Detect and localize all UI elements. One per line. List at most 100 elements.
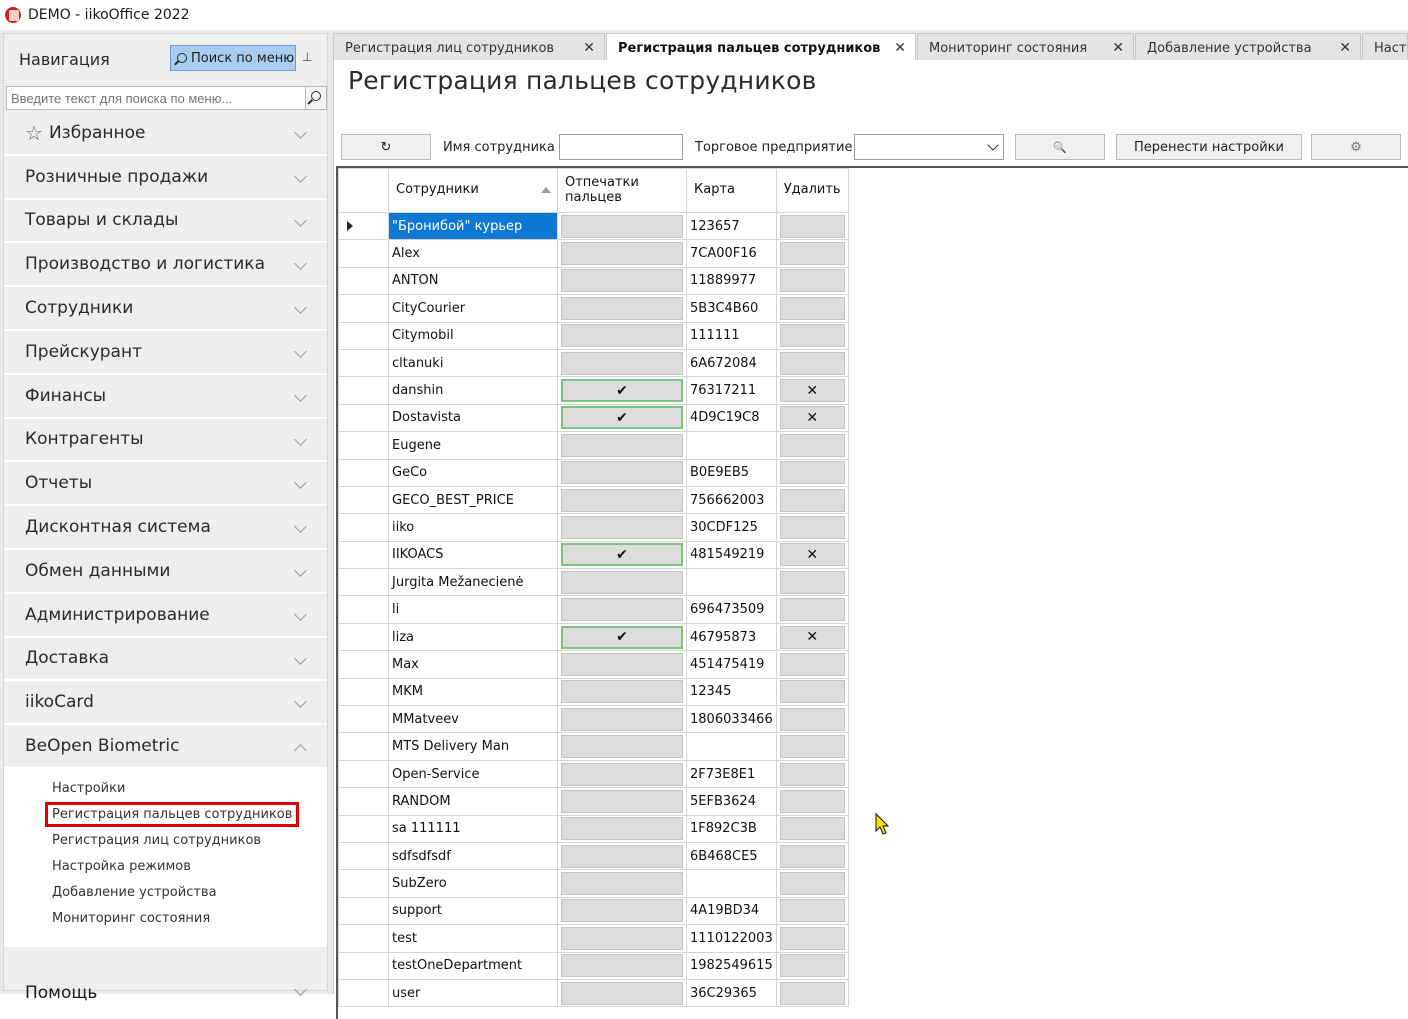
employee-name-cell[interactable]: GECO_BEST_PRICE	[388, 485, 558, 515]
employee-name-cell[interactable]: Eugene	[388, 431, 558, 460]
delete-cell[interactable]	[775, 568, 849, 597]
close-icon[interactable]: ✕	[1339, 40, 1351, 56]
fingerprints-cell[interactable]	[557, 568, 687, 597]
delete-cell[interactable]	[775, 951, 849, 980]
row-indicator[interactable]	[338, 978, 389, 1008]
delete-cell[interactable]	[775, 485, 849, 515]
row-indicator[interactable]	[338, 239, 389, 268]
nav-item-production-logistics[interactable]: Производство и логистика	[4, 243, 327, 288]
tab-settings[interactable]: Настр	[1362, 33, 1408, 61]
column-header-card[interactable]: Карта	[686, 168, 777, 213]
table-row[interactable]: Max 451475419	[338, 650, 849, 679]
tab-add-device[interactable]: Добавление устройства ✕	[1135, 33, 1361, 61]
employee-name-cell[interactable]: testOneDepartment	[388, 951, 558, 980]
table-row[interactable]: Citymobil 111111	[338, 321, 849, 350]
nav-item-administration[interactable]: Администрирование	[4, 594, 327, 638]
row-indicator[interactable]	[338, 787, 389, 816]
employee-name-cell[interactable]: Open-Service	[388, 759, 558, 789]
nav-item-iikocard[interactable]: iikoCard	[4, 681, 327, 726]
submenu-item-status-monitoring[interactable]: Мониторинг состояния	[52, 911, 210, 926]
employee-name-cell[interactable]: Max	[388, 650, 558, 679]
delete-button[interactable]: ✕	[779, 406, 845, 430]
delete-cell[interactable]	[775, 211, 849, 241]
employee-name-cell[interactable]: sdfsdfsdf	[388, 841, 558, 871]
employee-name-cell[interactable]: IIKOACS	[388, 540, 558, 570]
table-row[interactable]: RANDOM 5EFB3624	[338, 787, 849, 816]
pin-icon[interactable]: ⊥	[302, 50, 312, 64]
fingerprint-register-button[interactable]	[561, 598, 683, 622]
fingerprints-cell[interactable]	[557, 896, 687, 926]
table-row[interactable]: ANTON 11889977	[338, 266, 849, 296]
fingerprints-cell[interactable]	[557, 431, 687, 460]
fingerprint-register-button[interactable]	[561, 707, 683, 731]
row-indicator[interactable]	[338, 622, 389, 652]
settings-button[interactable]: ⚙	[1311, 134, 1401, 160]
delete-cell[interactable]	[775, 458, 849, 487]
table-row[interactable]: MTS Delivery Man	[338, 732, 849, 761]
row-indicator[interactable]	[338, 650, 389, 679]
table-row[interactable]: Jurgita Mežanecienė	[338, 568, 849, 597]
delete-cell[interactable]	[775, 759, 849, 789]
table-row[interactable]: MKM 12345	[338, 677, 849, 707]
fingerprint-register-button[interactable]	[561, 214, 683, 238]
table-row[interactable]: GeCo B0E9EB5	[338, 458, 849, 487]
fingerprints-cell[interactable]: ✔	[557, 376, 687, 405]
nav-item-reports[interactable]: Отчеты	[4, 462, 327, 507]
card-cell[interactable]	[686, 732, 777, 761]
delete-cell[interactable]	[775, 595, 849, 624]
card-cell[interactable]: 1806033466	[686, 705, 777, 734]
delete-cell[interactable]	[775, 431, 849, 460]
nav-item-beopen-biometric[interactable]: BeOpen Biometric	[4, 725, 327, 769]
fingerprints-cell[interactable]	[557, 348, 687, 378]
delete-button[interactable]	[779, 433, 845, 457]
row-indicator[interactable]	[338, 814, 389, 843]
delete-button[interactable]	[779, 707, 845, 731]
employee-name-cell[interactable]: SubZero	[388, 869, 558, 898]
row-indicator[interactable]	[338, 294, 389, 323]
employee-name-cell[interactable]: Dostavista	[388, 403, 558, 433]
delete-button[interactable]	[779, 762, 845, 786]
row-indicator[interactable]	[338, 924, 389, 953]
fingerprint-register-button[interactable]	[561, 488, 683, 512]
delete-cell[interactable]	[775, 705, 849, 734]
tab-finger-registration[interactable]: Регистрация пальцев сотрудников ✕	[606, 33, 916, 62]
row-indicator[interactable]	[338, 951, 389, 980]
employee-name-cell[interactable]: test	[388, 924, 558, 953]
fingerprint-register-button[interactable]	[561, 844, 683, 868]
card-cell[interactable]: 6A672084	[686, 348, 777, 378]
fingerprints-cell[interactable]	[557, 239, 687, 268]
fingerprint-register-button[interactable]	[561, 242, 683, 266]
employee-name-cell[interactable]: liza	[388, 622, 558, 652]
fingerprints-cell[interactable]: ✔	[557, 622, 687, 652]
fingerprint-register-button[interactable]	[561, 762, 683, 786]
fingerprints-cell[interactable]	[557, 732, 687, 761]
fingerprint-register-button[interactable]	[561, 296, 683, 320]
delete-button[interactable]	[779, 515, 845, 539]
delete-button[interactable]: ✕	[779, 543, 845, 567]
fingerprints-cell[interactable]	[557, 951, 687, 980]
column-header-fingerprints[interactable]: Отпечатки пальцев	[557, 168, 687, 213]
card-cell[interactable]: 30CDF125	[686, 513, 777, 542]
nav-item-finance[interactable]: Финансы	[4, 375, 327, 419]
fingerprints-cell[interactable]	[557, 321, 687, 350]
row-indicator[interactable]	[338, 568, 389, 597]
fingerprints-cell[interactable]	[557, 458, 687, 487]
row-indicator[interactable]	[338, 266, 389, 296]
table-row[interactable]: Eugene	[338, 431, 849, 460]
transfer-settings-button[interactable]: Перенести настройки	[1116, 134, 1302, 160]
delete-cell[interactable]	[775, 787, 849, 816]
card-cell[interactable]: 1F892C3B	[686, 814, 777, 843]
row-indicator[interactable]	[338, 376, 389, 405]
nav-item-employees[interactable]: Сотрудники	[4, 287, 327, 331]
nav-item-counterparties[interactable]: Контрагенты	[4, 419, 327, 463]
tab-face-registration[interactable]: Регистрация лиц сотрудников ✕	[333, 33, 605, 61]
row-indicator[interactable]	[338, 869, 389, 898]
fingerprint-register-button[interactable]	[561, 433, 683, 457]
delete-button[interactable]	[779, 488, 845, 512]
delete-button[interactable]	[779, 461, 845, 485]
fingerprints-cell[interactable]	[557, 705, 687, 734]
fingerprints-cell[interactable]: ✔	[557, 403, 687, 433]
delete-button[interactable]	[779, 981, 845, 1005]
delete-button[interactable]	[779, 269, 845, 293]
row-indicator[interactable]	[338, 705, 389, 734]
